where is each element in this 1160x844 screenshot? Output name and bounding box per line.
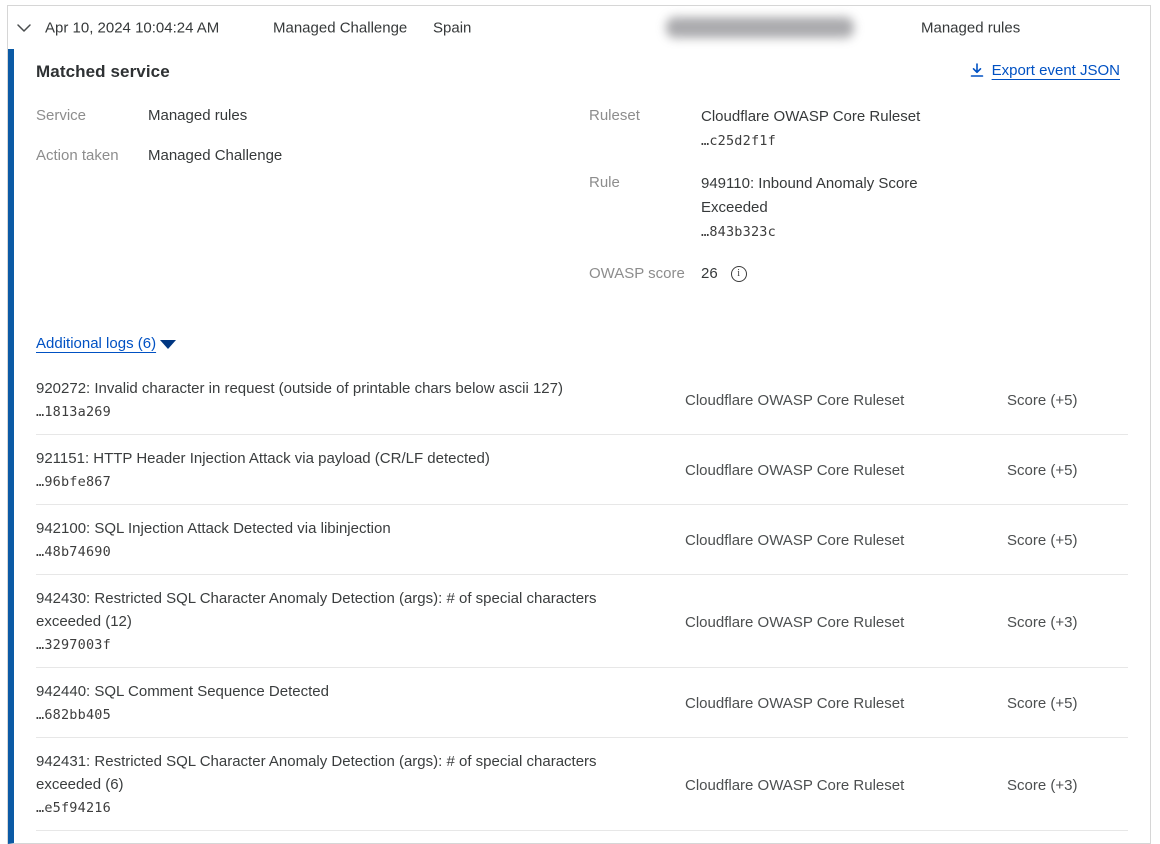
- log-description: 942440: SQL Comment Sequence Detected: [36, 680, 655, 703]
- export-link-label: Export event JSON: [992, 62, 1120, 79]
- service-value: Managed rules: [148, 105, 247, 126]
- log-ruleset: Cloudflare OWASP Core Ruleset: [685, 777, 1007, 794]
- ruleset-id: …c25d2f1f: [701, 129, 920, 153]
- log-description: 942430: Restricted SQL Character Anomaly…: [36, 587, 655, 633]
- log-ruleset: Cloudflare OWASP Core Ruleset: [685, 695, 1007, 712]
- log-row: 942100: SQL Injection Attack Detected vi…: [36, 505, 1128, 575]
- event-timestamp: Apr 10, 2024 10:04:24 AM: [45, 19, 219, 36]
- action-taken-value: Managed Challenge: [148, 145, 282, 166]
- owasp-score-label: OWASP score: [589, 263, 701, 284]
- log-score: Score (+3): [1007, 777, 1128, 794]
- log-description: 942431: Restricted SQL Character Anomaly…: [36, 750, 655, 796]
- caret-down-icon: [160, 340, 176, 349]
- owasp-score-value: 26: [701, 265, 718, 282]
- log-ruleset: Cloudflare OWASP Core Ruleset: [685, 462, 1007, 479]
- action-taken-label: Action taken: [36, 145, 148, 166]
- log-rule-id: …48b74690: [36, 540, 655, 564]
- rule-label: Rule: [589, 172, 701, 244]
- matched-service-title: Matched service: [36, 62, 170, 82]
- event-summary-row[interactable]: Apr 10, 2024 10:04:24 AM Managed Challen…: [8, 6, 1150, 49]
- additional-logs-toggle[interactable]: Additional logs (6): [36, 335, 176, 352]
- log-score: Score (+3): [1007, 614, 1128, 631]
- service-label: Service: [36, 105, 148, 126]
- log-ruleset: Cloudflare OWASP Core Ruleset: [685, 532, 1007, 549]
- owasp-score-field: OWASP score 26 i: [589, 263, 946, 284]
- rule-field: Rule 949110: Inbound Anomaly Score Excee…: [589, 172, 946, 244]
- log-score: Score (+5): [1007, 695, 1128, 712]
- service-field: Service Managed rules: [36, 105, 589, 126]
- log-ruleset: Cloudflare OWASP Core Ruleset: [685, 614, 1007, 631]
- log-row: 942440: SQL Comment Sequence Detected …6…: [36, 668, 1128, 738]
- log-rule-id: …e5f94216: [36, 796, 655, 820]
- ruleset-field: Ruleset Cloudflare OWASP Core Ruleset …c…: [589, 105, 946, 153]
- event-action: Managed Challenge: [273, 19, 407, 36]
- rule-id: …843b323c: [701, 220, 946, 244]
- log-description: 942100: SQL Injection Attack Detected vi…: [36, 517, 655, 540]
- additional-logs-table: 920272: Invalid character in request (ou…: [36, 365, 1120, 843]
- log-description: 921151: HTTP Header Injection Attack via…: [36, 447, 655, 470]
- log-description: 920272: Invalid character in request (ou…: [36, 377, 655, 400]
- log-row: 942431: Restricted SQL Character Anomaly…: [36, 738, 1128, 831]
- info-icon[interactable]: i: [731, 266, 747, 282]
- log-rule-id: …96bfe867: [36, 470, 655, 494]
- log-row: 942430: Restricted SQL Character Anomaly…: [36, 575, 1128, 668]
- log-row: 921151: HTTP Header Injection Attack via…: [36, 435, 1128, 505]
- ruleset-value: Cloudflare OWASP Core Ruleset: [701, 108, 920, 125]
- chevron-down-icon[interactable]: [15, 19, 33, 36]
- redacted-value: [666, 17, 854, 38]
- action-taken-field: Action taken Managed Challenge: [36, 145, 589, 166]
- log-ruleset: Cloudflare OWASP Core Ruleset: [685, 392, 1007, 409]
- firewall-event-panel: Apr 10, 2024 10:04:24 AM Managed Challen…: [7, 5, 1151, 844]
- log-rule-id: …3297003f: [36, 633, 655, 657]
- event-service: Managed rules: [921, 19, 1020, 36]
- log-score: Score (+5): [1007, 462, 1128, 479]
- log-score: Score (+5): [1007, 392, 1128, 409]
- additional-logs-label: Additional logs (6): [36, 335, 156, 352]
- log-score: Score (+5): [1007, 532, 1128, 549]
- log-rule-id: …682bb405: [36, 703, 655, 727]
- log-row: 920272: Invalid character in request (ou…: [36, 365, 1128, 435]
- export-event-json-link[interactable]: Export event JSON: [970, 62, 1120, 79]
- download-icon: [970, 63, 984, 78]
- event-detail-section: Matched service Export event JSON Servic…: [8, 49, 1150, 844]
- event-country: Spain: [433, 19, 471, 36]
- log-rule-id: …1813a269: [36, 400, 655, 424]
- ruleset-label: Ruleset: [589, 105, 701, 153]
- rule-value: 949110: Inbound Anomaly Score Exceeded: [701, 175, 918, 216]
